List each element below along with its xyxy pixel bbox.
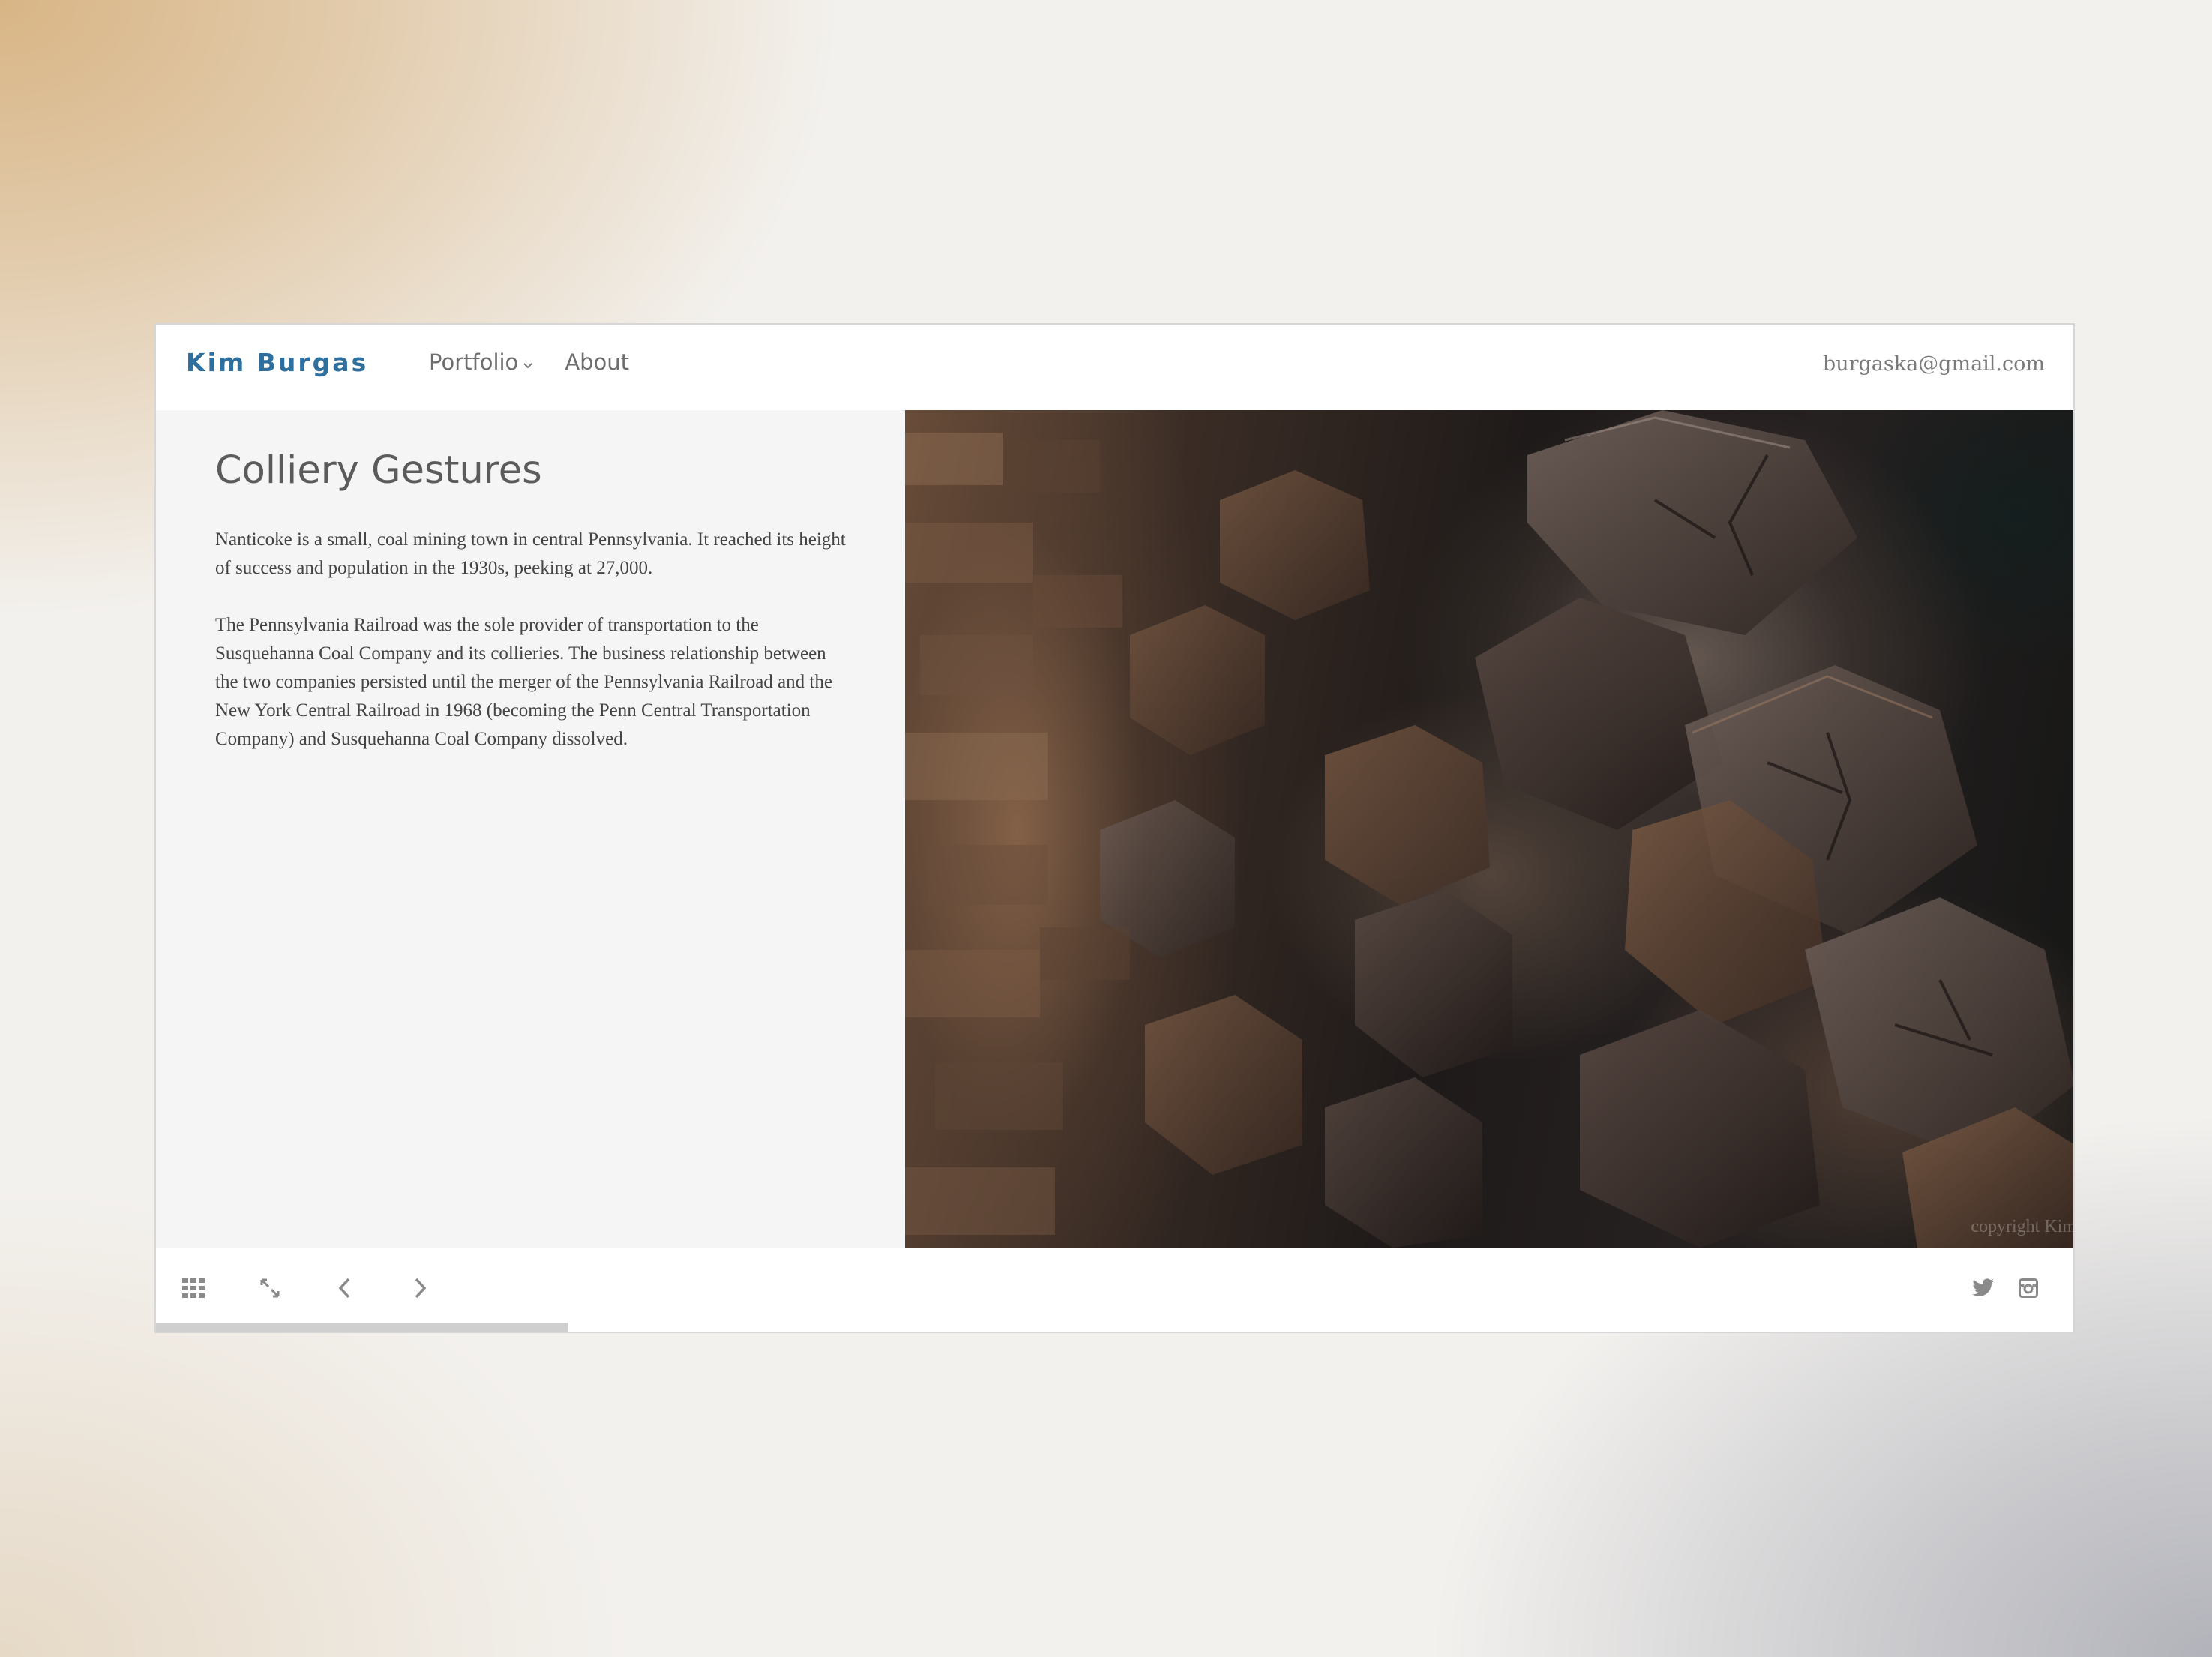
gallery-controls [156,1248,2073,1332]
next-button[interactable] [405,1275,435,1305]
browser-frame: Kim Burgas Portfolio About burgaska@gmai… [154,323,2075,1333]
gallery-progress-bar [156,1323,568,1332]
contact-email-link[interactable]: burgaska@gmail.com [1823,352,2045,376]
site-brand[interactable]: Kim Burgas [186,348,368,377]
nav-item-portfolio[interactable]: Portfolio [429,349,533,375]
previous-button[interactable] [330,1275,360,1305]
description-paragraph: The Pennsylvania Railroad was the sole p… [215,615,832,749]
site-header: Kim Burgas Portfolio About burgaska@gmai… [156,325,2073,410]
grid-icon [182,1278,205,1301]
main-nav: Portfolio About [429,349,629,375]
instagram-icon [2019,1278,2038,1301]
gallery-photo[interactable]: copyright Kim [905,410,2075,1248]
photo-watermark: copyright Kim [1971,1217,2075,1236]
description-panel: Colliery Gestures Nanticoke is a small, … [156,410,905,1248]
nav-item-about[interactable]: About [565,349,629,375]
page-title: Colliery Gestures [215,448,542,493]
gallery-progress-track [156,1323,2073,1332]
chevron-left-icon [337,1277,352,1302]
nav-item-about-label: About [565,349,630,375]
instagram-link[interactable] [2013,1275,2043,1305]
nav-item-portfolio-label: Portfolio [429,349,519,375]
twitter-icon [1972,1278,1995,1301]
description-text: Nanticoke is a small, coal mining town i… [215,526,853,782]
description-paragraph: Nanticoke is a small, coal mining town i… [215,529,846,578]
chevron-right-icon [412,1277,427,1302]
fullscreen-button[interactable] [255,1275,285,1305]
chevron-down-icon [523,349,533,375]
grid-view-button[interactable] [178,1275,208,1305]
twitter-link[interactable] [1968,1275,1998,1305]
fullscreen-icon [259,1278,280,1302]
railroad-ties-photo [905,410,2073,1248]
